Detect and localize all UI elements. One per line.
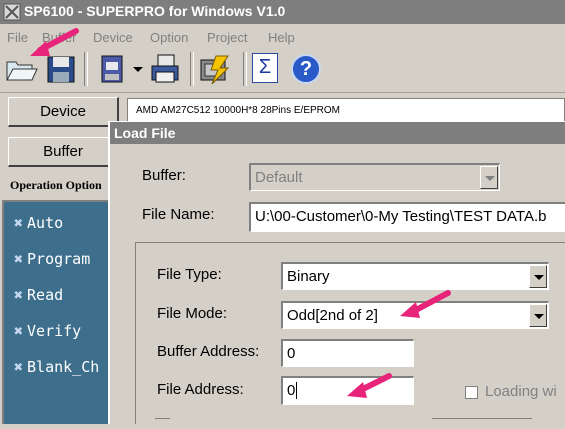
buffer-label: Buffer: bbox=[142, 167, 186, 184]
toolbar: Σ ? bbox=[0, 46, 565, 93]
op-label: Verify bbox=[27, 322, 82, 340]
text-cursor: ​ bbox=[296, 382, 298, 399]
x-icon: ✖ bbox=[14, 214, 24, 232]
app-icon bbox=[3, 3, 21, 21]
file-name-label: File Name: bbox=[142, 206, 215, 223]
help-icon[interactable]: ? bbox=[291, 54, 321, 84]
annotation-arrow-icon bbox=[347, 373, 392, 398]
title-bar: SP6100 - SUPERPRO for Windows V1.0 bbox=[0, 0, 565, 24]
file-type-label: File Type: bbox=[157, 266, 222, 283]
device-button[interactable]: Device bbox=[8, 97, 119, 127]
op-blank-check[interactable]: ✖ Blank_Ch bbox=[14, 358, 99, 376]
buffer-address-value: 0 bbox=[287, 345, 296, 362]
buffer-address-label: Buffer Address: bbox=[157, 343, 260, 360]
menu-option[interactable]: Option bbox=[150, 30, 188, 45]
window-title: SP6100 - SUPERPRO for Windows V1.0 bbox=[24, 3, 286, 19]
dialog-title: Load File bbox=[110, 122, 565, 144]
op-verify[interactable]: ✖ Verify bbox=[14, 322, 81, 340]
op-auto[interactable]: ✖ Auto bbox=[14, 214, 63, 232]
x-icon: ✖ bbox=[14, 322, 24, 340]
operation-option-header: Operation Option bbox=[10, 178, 102, 192]
toolbar-separator bbox=[190, 52, 194, 86]
op-label: Blank_Ch bbox=[27, 358, 100, 376]
print-icon[interactable] bbox=[148, 52, 182, 86]
op-label: Read bbox=[27, 286, 64, 304]
buffer-select-value: Default bbox=[255, 169, 303, 186]
file-type-value: Binary bbox=[287, 268, 330, 285]
buffer-select[interactable]: Default bbox=[249, 163, 500, 191]
annotation-arrow-icon bbox=[400, 290, 451, 318]
file-name-value: U:\00-Customer\0-My Testing\TEST DATA.b bbox=[255, 208, 547, 225]
menu-help[interactable]: Help bbox=[268, 30, 295, 45]
run-program-icon[interactable] bbox=[198, 52, 232, 86]
file-mode-value: Odd[2nd of 2] bbox=[287, 307, 378, 324]
chevron-down-icon[interactable] bbox=[529, 304, 547, 327]
sigma-icon[interactable]: Σ bbox=[252, 53, 278, 83]
file-address-value: 0 bbox=[287, 382, 296, 399]
menu-project[interactable]: Project bbox=[207, 30, 247, 45]
chevron-down-icon[interactable] bbox=[529, 265, 547, 288]
op-label: Auto bbox=[27, 214, 64, 232]
buffer-button[interactable]: Buffer bbox=[8, 137, 119, 167]
chevron-down-icon[interactable] bbox=[480, 166, 498, 189]
file-name-field[interactable]: U:\00-Customer\0-My Testing\TEST DATA.b bbox=[249, 202, 565, 232]
file-mode-label: File Mode: bbox=[157, 305, 228, 322]
dropdown-arrow-icon[interactable] bbox=[131, 52, 145, 86]
loading-checkbox[interactable] bbox=[465, 386, 478, 399]
toolbar-separator bbox=[84, 52, 88, 86]
loading-label: Loading wi bbox=[485, 383, 557, 400]
clipboard-icon[interactable] bbox=[96, 52, 130, 86]
toolbar-separator bbox=[243, 52, 247, 86]
menu-device[interactable]: Device bbox=[93, 30, 133, 45]
operation-panel: ✖ Auto ✖ Program ✖ Read ✖ Verify ✖ Blank_Ch bbox=[2, 200, 110, 424]
menu-bar: File Buffer Device Option Project Help bbox=[0, 24, 565, 46]
file-address-label: File Address: bbox=[157, 381, 244, 398]
x-icon: ✖ bbox=[14, 358, 24, 376]
op-label: Program bbox=[27, 250, 91, 268]
sigma-glyph: Σ bbox=[258, 56, 272, 78]
op-read[interactable]: ✖ Read bbox=[14, 286, 63, 304]
buffer-address-field[interactable]: 0 bbox=[281, 339, 414, 367]
op-program[interactable]: ✖ Program bbox=[14, 250, 90, 268]
x-icon: ✖ bbox=[14, 250, 24, 268]
annotation-arrow-icon bbox=[30, 28, 79, 56]
x-icon: ✖ bbox=[14, 286, 24, 304]
help-glyph: ? bbox=[299, 58, 313, 80]
